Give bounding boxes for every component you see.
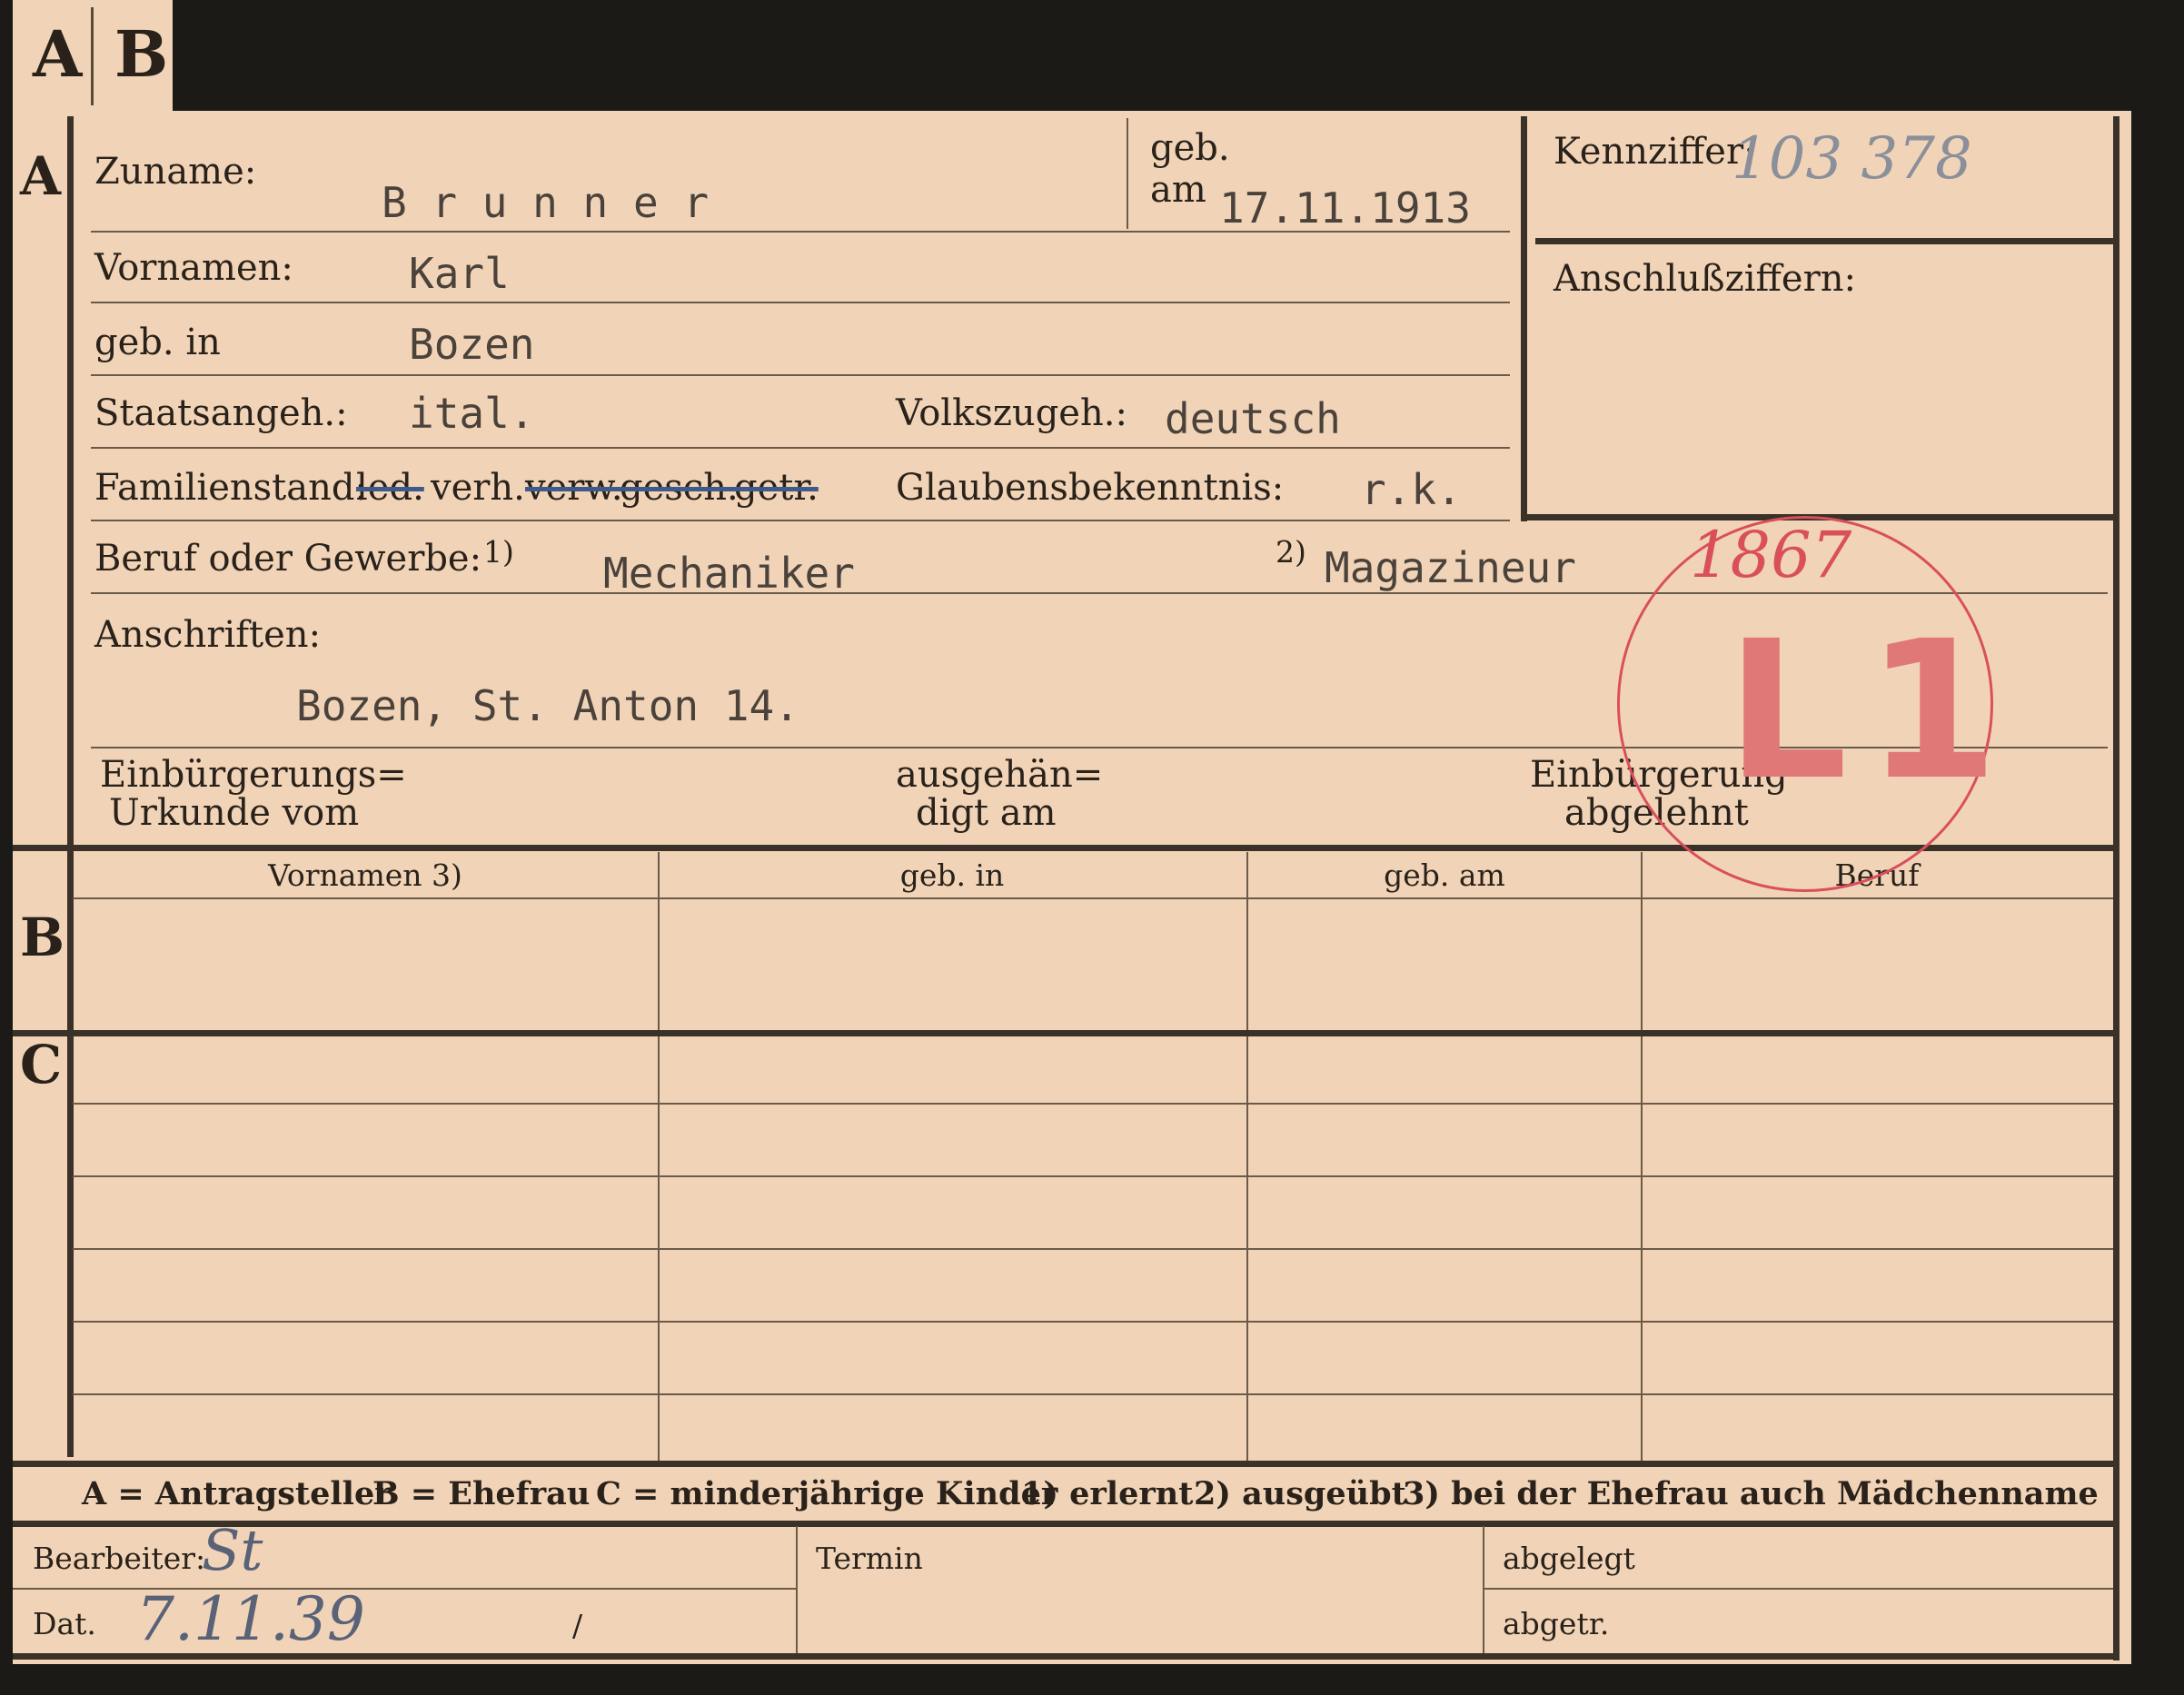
column-line xyxy=(1641,852,1643,1461)
citizenship-value: ital. xyxy=(409,389,535,438)
legend-note-1: 1) erlernt xyxy=(1021,1475,1194,1512)
handed-over-label: ausgehän= xyxy=(896,754,1104,796)
legend-children: C = minderjährige Kinder xyxy=(596,1475,1058,1512)
children-row-rule xyxy=(73,1103,2113,1105)
occupation-marker-1: 1) xyxy=(483,534,514,570)
row-rule xyxy=(91,374,1510,376)
ethnicity-label: Volkszugeh.: xyxy=(896,392,1127,434)
date-slash: / xyxy=(572,1608,583,1643)
occupation-marker-2: 2) xyxy=(1276,534,1306,570)
row-rule xyxy=(91,302,1510,303)
surname-value: B r u n n e r xyxy=(382,178,710,227)
card-bottom-rule xyxy=(13,1653,2119,1660)
section-divider-bc xyxy=(13,1030,2113,1036)
tab-letter-b: B xyxy=(114,16,169,92)
legend-note-2: 2) ausgeübt xyxy=(1194,1475,1406,1512)
children-row-rule xyxy=(73,1321,2113,1323)
children-row-rule xyxy=(73,1248,2113,1250)
footer-divider xyxy=(796,1526,798,1655)
reference-box-rule xyxy=(1535,238,2113,244)
born-on-value: 17.11.1913 xyxy=(1219,183,1471,233)
section-letter-a: A xyxy=(20,145,62,207)
children-row-rule xyxy=(73,1393,2113,1395)
connecting-numbers-label: Anschlußziffern: xyxy=(1554,258,1856,300)
first-names-label: Vornamen: xyxy=(94,247,293,289)
born-on-label-2: am xyxy=(1150,169,1206,211)
footer-rule xyxy=(1483,1588,2113,1590)
citizenship-label: Staatsangeh.: xyxy=(94,392,348,434)
column-header-birthdate: geb. am xyxy=(1384,857,1505,893)
footer-rule xyxy=(13,1588,796,1590)
clerk-label: Bearbeiter: xyxy=(33,1541,206,1576)
marital-option-widowed: verw. xyxy=(525,467,623,509)
column-line xyxy=(658,852,660,1461)
legend-wife: B = Ehefrau xyxy=(372,1475,591,1512)
occupation-label: Beruf oder Gewerbe: xyxy=(94,538,482,580)
marital-option-married: verh. xyxy=(431,467,525,509)
born-in-value: Bozen xyxy=(409,320,535,369)
stamp-code: L1 xyxy=(1726,600,2017,822)
first-names-value: Karl xyxy=(409,249,510,298)
column-header-birthplace: geb. in xyxy=(899,857,1005,893)
sent-label: abgetr. xyxy=(1503,1606,1610,1641)
left-margin-line xyxy=(67,116,74,1457)
clerk-initials: St xyxy=(202,1517,263,1583)
column-line xyxy=(1246,852,1248,1461)
id-value: 103 378 xyxy=(1732,125,1972,193)
born-on-divider xyxy=(1127,118,1128,229)
occupation-practiced-value: Magazineur xyxy=(1325,543,1576,592)
born-on-label-1: geb. xyxy=(1150,127,1230,169)
marital-option-single: led. xyxy=(356,467,424,509)
legend-applicant: A = Antragsteller xyxy=(82,1475,392,1512)
ethnicity-value: deutsch xyxy=(1165,394,1341,443)
footer-divider xyxy=(1483,1526,1484,1655)
occupation-learned-value: Mechaniker xyxy=(603,549,855,598)
deadline-label: Termin xyxy=(816,1541,923,1576)
naturalization-doc-label: Einbürgerungs= xyxy=(100,754,407,796)
column-header-rule xyxy=(73,897,2113,899)
naturalization-doc-label-2: Urkunde vom xyxy=(109,792,360,834)
tab-letter-a: A xyxy=(33,16,83,92)
address-value: Bozen, St. Anton 14. xyxy=(296,681,799,730)
marital-status-label: Familienstand: xyxy=(94,467,367,509)
stamp-number: 1867 xyxy=(1690,518,1852,592)
tab-divider xyxy=(91,7,94,105)
row-rule xyxy=(91,231,1510,233)
born-in-label: geb. in xyxy=(94,322,221,363)
filed-label: abgelegt xyxy=(1503,1541,1635,1576)
marital-option-divorced: gesch. xyxy=(620,467,739,509)
section-letter-b: B xyxy=(20,907,65,968)
legend-bottom-rule xyxy=(13,1521,2113,1527)
children-row-rule xyxy=(73,1175,2113,1177)
reference-box-left xyxy=(1521,116,1527,521)
addresses-label: Anschriften: xyxy=(94,614,322,656)
section-letter-c: C xyxy=(20,1034,63,1095)
marital-option-separated: getr. xyxy=(734,467,819,509)
id-label: Kennziffer: xyxy=(1554,131,1756,173)
surname-label: Zuname: xyxy=(94,151,257,193)
legend-note-3: 3) bei der Ehefrau auch Mädchenname xyxy=(1403,1475,2099,1512)
column-header-first-names: Vornamen 3) xyxy=(268,857,462,893)
row-rule xyxy=(91,447,1510,449)
religion-value: r.k. xyxy=(1361,465,1462,514)
religion-label: Glaubensbekenntnis: xyxy=(896,467,1285,509)
handed-over-label-2: digt am xyxy=(916,792,1057,834)
date-value: 7.11.39 xyxy=(136,1584,365,1654)
row-rule xyxy=(91,520,1510,521)
legend-top-rule xyxy=(13,1461,2113,1467)
date-label: Dat. xyxy=(33,1606,96,1641)
right-edge-line xyxy=(2113,116,2119,1660)
